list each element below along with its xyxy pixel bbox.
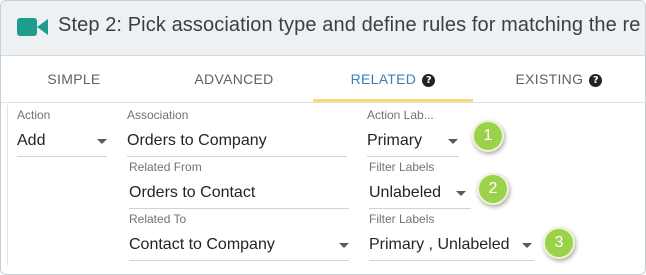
action-labels-value: Primary bbox=[367, 132, 423, 149]
action-labels-select[interactable]: Primary bbox=[367, 126, 459, 157]
filter-labels-value: Primary , Unlabeled bbox=[369, 236, 510, 253]
chevron-down-icon bbox=[339, 243, 349, 248]
tab-label: EXISTING bbox=[515, 71, 584, 87]
step-title: Step 2: Pick association type and define… bbox=[58, 14, 641, 36]
association-label: Association bbox=[127, 108, 189, 122]
filter-labels-label: Filter Labels bbox=[369, 160, 435, 174]
related-to-value: Contact to Company bbox=[129, 236, 275, 253]
chevron-down-icon bbox=[448, 139, 458, 144]
step-header: Step 2: Pick association type and define… bbox=[1, 1, 645, 56]
related-from-label: Related From bbox=[129, 160, 202, 174]
filter-labels-select-1[interactable]: Unlabeled bbox=[369, 178, 471, 209]
tab-divider bbox=[1, 102, 645, 103]
action-select[interactable]: Add bbox=[17, 126, 107, 157]
step-badge-2: 2 bbox=[477, 173, 509, 205]
filter-labels-label: Filter Labels bbox=[369, 212, 435, 226]
tab-simple[interactable]: SIMPLE bbox=[1, 56, 147, 102]
filter-labels-select-2[interactable]: Primary , Unlabeled bbox=[369, 230, 534, 261]
tab-bar: SIMPLE ADVANCED RELATED ? EXISTING ? bbox=[1, 56, 645, 102]
tab-label: ADVANCED bbox=[194, 71, 274, 87]
chevron-down-icon bbox=[97, 139, 107, 144]
action-value: Add bbox=[17, 132, 46, 149]
association-value: Orders to Company bbox=[127, 132, 267, 149]
related-from-select[interactable]: Orders to Contact bbox=[129, 178, 349, 209]
related-from-value: Orders to Contact bbox=[129, 184, 256, 201]
chevron-down-icon bbox=[522, 243, 532, 248]
help-icon[interactable]: ? bbox=[589, 74, 603, 87]
tab-existing[interactable]: EXISTING ? bbox=[473, 56, 645, 102]
related-to-label: Related To bbox=[129, 212, 187, 226]
help-icon[interactable]: ? bbox=[422, 74, 436, 87]
tab-advanced[interactable]: ADVANCED bbox=[147, 56, 321, 102]
association-select[interactable]: Orders to Company bbox=[127, 126, 347, 157]
filter-labels-value: Unlabeled bbox=[369, 184, 442, 201]
tab-label: RELATED bbox=[350, 71, 417, 87]
step-badge-1: 1 bbox=[472, 120, 504, 152]
left-border bbox=[7, 105, 8, 265]
step-badge-3: 3 bbox=[543, 227, 575, 259]
video-camera-icon bbox=[17, 18, 48, 36]
action-label: Action bbox=[17, 108, 51, 122]
tab-related[interactable]: RELATED ? bbox=[313, 56, 473, 102]
chevron-down-icon bbox=[456, 191, 466, 196]
tab-label: SIMPLE bbox=[47, 71, 101, 87]
action-labels-label: Action Lab... bbox=[367, 108, 434, 122]
related-to-select[interactable]: Contact to Company bbox=[129, 230, 349, 261]
wizard-panel: Step 2: Pick association type and define… bbox=[0, 0, 646, 275]
